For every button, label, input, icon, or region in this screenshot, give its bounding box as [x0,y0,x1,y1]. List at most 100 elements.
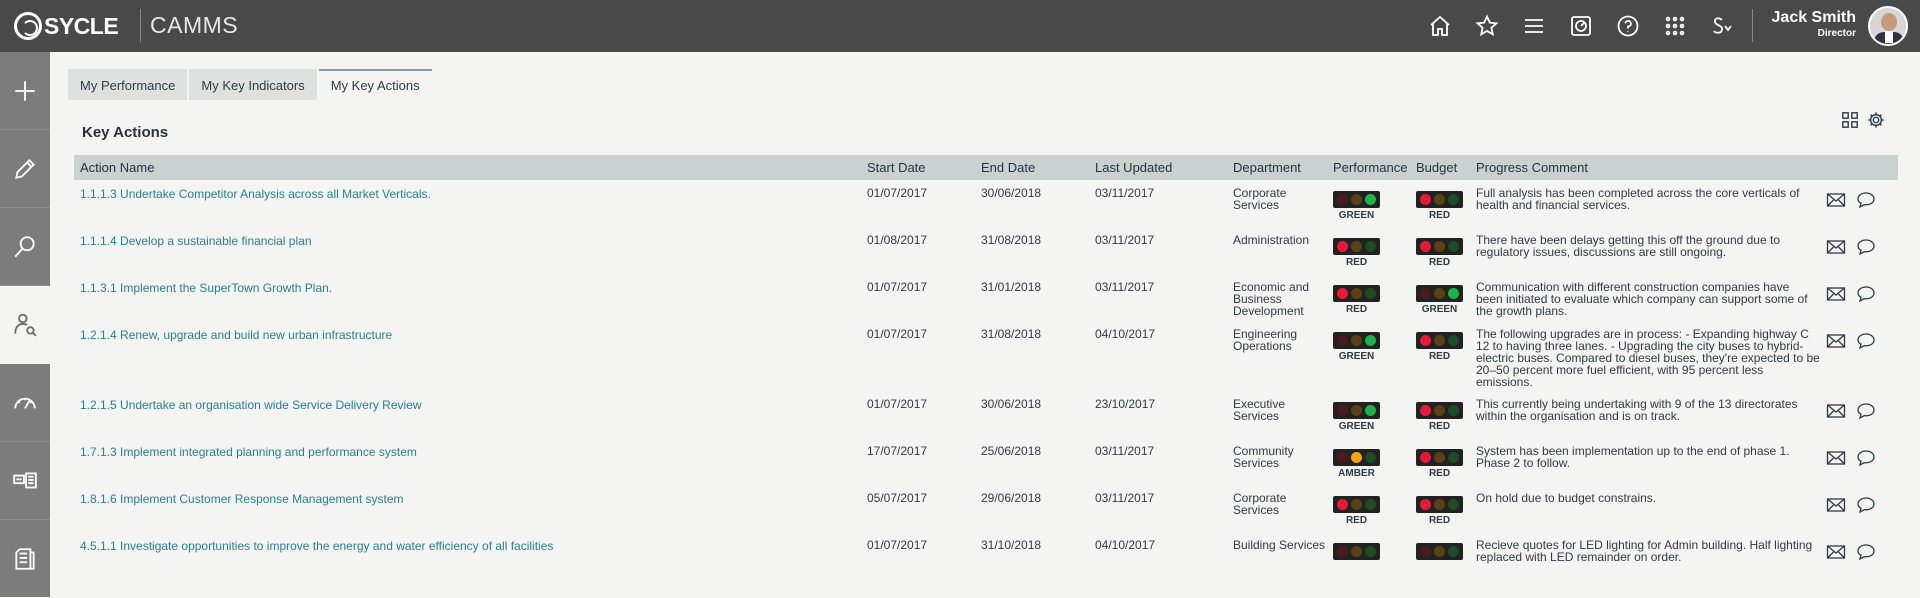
avatar[interactable] [1868,6,1908,46]
performance-light [1333,543,1380,560]
menu-icon[interactable] [1518,10,1549,41]
tab-my-key-actions[interactable]: My Key Actions [318,69,432,100]
action-name-link[interactable]: 1.7.1.3 Implement integrated planning an… [80,446,417,458]
performance-light [1333,449,1380,466]
performance-bulb-amber [1350,452,1362,463]
last-updated: 03/11/2017 [1095,233,1155,247]
tab-my-performance[interactable]: My Performance [68,69,188,100]
performance-bulb-red [1337,288,1349,299]
edit-icon[interactable] [0,130,50,208]
budget-bulb-amber [1433,499,1445,510]
col-progress-comment[interactable]: Progress Comment [1476,160,1588,175]
comment-icon[interactable] [1856,331,1876,351]
action-name-link[interactable]: 1.1.1.4 Develop a sustainable financial … [80,235,312,247]
email-icon[interactable] [1826,542,1846,562]
performance-user-icon[interactable] [0,286,50,364]
comment-icon[interactable] [1856,401,1876,421]
action-name-link[interactable]: 1.1.3.1 Implement the SuperTown Growth P… [80,282,332,294]
action-name-link[interactable]: 1.8.1.6 Implement Customer Response Mana… [80,493,403,505]
row-actions [1826,495,1876,515]
budget-bulb-red [1420,241,1432,252]
budget-bulb-amber [1433,241,1445,252]
cards-icon[interactable] [0,442,50,520]
comment-icon[interactable] [1856,448,1876,468]
action-name-link[interactable]: 1.1.1.3 Undertake Competitor Analysis ac… [80,188,431,200]
performance-bulb-green [1364,194,1376,205]
comment-icon[interactable] [1856,237,1876,257]
last-updated: 03/11/2017 [1095,444,1155,458]
settings-gear-icon[interactable] [1867,111,1885,129]
progress-comment-line: the growth plans. [1476,304,1568,318]
performance-status-label: GREEN [1338,421,1375,432]
performance-light [1333,402,1380,419]
add-icon[interactable] [0,52,50,130]
email-icon[interactable] [1826,190,1846,210]
budget-status-label: RED [1428,421,1451,432]
tab-bar: My Performance My Key Indicators My Key … [68,69,434,100]
budget-status-label: RED [1428,210,1451,221]
email-icon[interactable] [1826,448,1846,468]
performance-light [1333,238,1380,255]
budget-bulb-green [1447,499,1459,510]
help-icon[interactable] [1612,10,1643,41]
end-date: 30/06/2018 [981,397,1042,411]
email-icon[interactable] [1826,495,1846,515]
col-last-updated[interactable]: Last Updated [1095,160,1172,175]
performance-bulb-green [1364,546,1376,557]
budget-bulb-amber [1433,405,1445,416]
star-icon[interactable] [1471,10,1502,41]
gauge-icon[interactable] [0,364,50,442]
progress-comment: Recieve quotes for LED lighting for Admi… [1476,539,1821,563]
comment-icon[interactable] [1856,284,1876,304]
home-icon[interactable] [1424,10,1455,41]
user-name[interactable]: Jack Smith [1772,9,1856,27]
end-date: 31/01/2018 [981,280,1042,294]
email-icon[interactable] [1826,401,1846,421]
comment-icon[interactable] [1856,542,1876,562]
performance-status-label: AMBER [1338,468,1375,479]
col-department[interactable]: Department [1233,160,1301,175]
action-name-link[interactable]: 1.2.1.5 Undertake an organisation wide S… [80,399,422,411]
action-name-link[interactable]: 4.5.1.1 Investigate opportunities to imp… [80,540,553,552]
end-date: 31/10/2018 [981,538,1042,552]
progress-comment: Communication with different constructio… [1476,281,1821,317]
dashboard-icon[interactable] [1565,10,1596,41]
progress-comment-line: regulatory issues, discussions are still… [1476,245,1727,259]
department-line: Services [1233,456,1280,470]
action-name-link[interactable]: 1.2.1.4 Renew, upgrade and build new urb… [80,329,392,341]
budget-status-label: RED [1428,351,1451,362]
comment-icon[interactable] [1856,190,1876,210]
col-performance[interactable]: Performance [1333,160,1407,175]
header-actions [1424,10,1737,41]
performance-bulb-amber [1350,499,1362,510]
sycle-logo[interactable]: SYCLE [14,12,119,40]
search-icon[interactable] [0,208,50,286]
table-row: 4.5.1.1 Investigate opportunities to imp… [74,537,1898,584]
progress-comment: On hold due to budget constrains. [1476,492,1821,504]
col-action-name[interactable]: Action Name [80,160,154,175]
col-budget[interactable]: Budget [1416,160,1457,175]
tab-my-key-indicators[interactable]: My Key Indicators [189,69,317,100]
section-title: Key Actions [82,124,169,141]
performance-light [1333,191,1380,208]
budget-light [1416,449,1463,466]
reports-icon[interactable] [0,520,50,598]
email-icon[interactable] [1826,284,1846,304]
avatar-collar [1885,31,1893,43]
performance-light [1333,285,1380,302]
email-icon[interactable] [1826,331,1846,351]
grid-view-icon[interactable] [1841,111,1859,129]
performance-bulb-green [1364,335,1376,346]
budget-status-label: RED [1428,468,1451,479]
budget-bulb-amber [1433,452,1445,463]
department-line: Services [1233,198,1280,212]
signature-icon[interactable] [1706,10,1737,41]
performance-bulb-red [1337,499,1349,510]
apps-grid-icon[interactable] [1659,10,1690,41]
department-line: Development [1233,304,1304,318]
col-start-date[interactable]: Start Date [867,160,926,175]
comment-icon[interactable] [1856,495,1876,515]
email-icon[interactable] [1826,237,1846,257]
col-end-date[interactable]: End Date [981,160,1035,175]
start-date: 01/07/2017 [867,327,928,341]
